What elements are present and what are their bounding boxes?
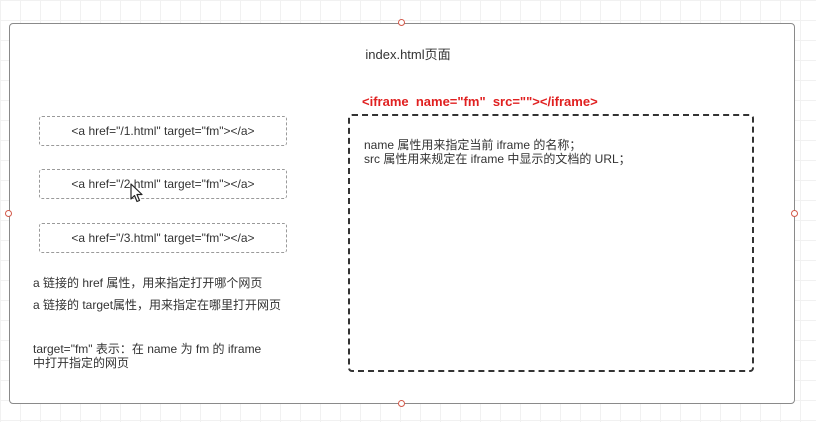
resize-handle-right[interactable]: [791, 210, 798, 217]
iframe-tag-label: <iframe name="fm" src=""></iframe>: [362, 94, 598, 109]
link-box-1[interactable]: <a href="/1.html" target="fm"></a>: [39, 116, 287, 146]
target-fm-note-line2: 中打开指定的网页: [33, 356, 130, 370]
iframe-name-desc: name 属性用来指定当前 iframe 的名称；: [364, 138, 582, 152]
target-note: a 链接的 target属性，用来指定在哪里打开网页: [33, 298, 282, 312]
mouse-pointer-icon: [130, 183, 143, 203]
link-box-2[interactable]: <a href="/2.html" target="fm"></a>: [39, 169, 287, 199]
target-fm-note-line1: target="fm" 表示：在 name 为 fm 的 iframe: [33, 342, 262, 356]
page-title: index.html页面: [365, 47, 451, 62]
iframe-src-desc: src 属性用来规定在 iframe 中显示的文档的 URL；: [364, 152, 631, 166]
link-box-3[interactable]: <a href="/3.html" target="fm"></a>: [39, 223, 287, 253]
resize-handle-left[interactable]: [5, 210, 12, 217]
resize-handle-bottom[interactable]: [398, 400, 405, 407]
href-note: a 链接的 href 属性，用来指定打开哪个网页: [33, 276, 263, 290]
resize-handle-top[interactable]: [398, 19, 405, 26]
diagram-canvas: index.html页面 <a href="/1.html" target="f…: [0, 0, 816, 422]
